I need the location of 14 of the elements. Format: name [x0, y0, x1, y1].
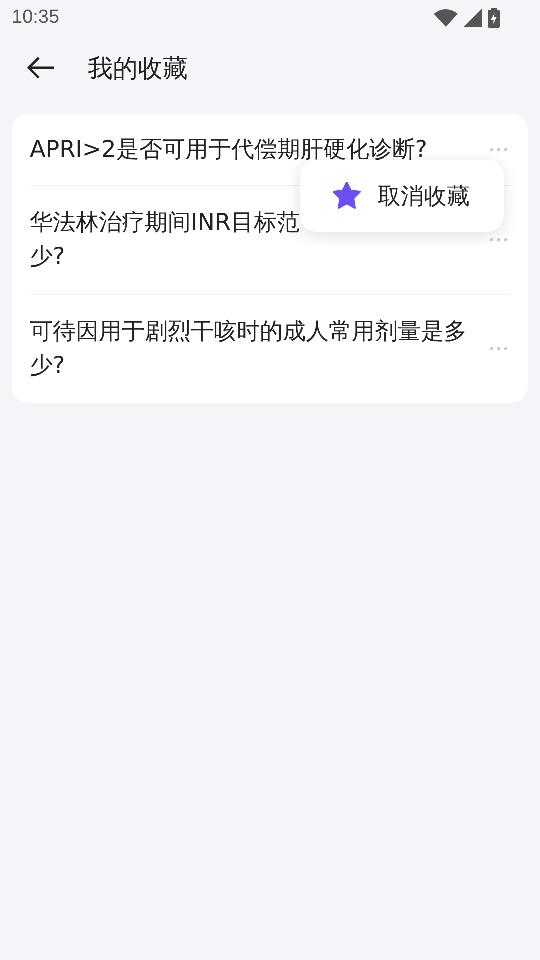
favorite-question[interactable]: 可待因用于剧烈干咳时的成人常用剂量是多少? — [30, 315, 480, 383]
more-icon[interactable] — [490, 148, 508, 152]
back-arrow-icon[interactable] — [26, 56, 56, 80]
status-time: 10:35 — [12, 7, 60, 29]
favorite-question[interactable]: 华法林治疗期间INR目标范 少? — [30, 206, 300, 274]
page-title: 我的收藏 — [88, 52, 188, 84]
favorite-question[interactable]: APRI>2是否可用于代偿期肝硬化诊断? — [30, 133, 428, 167]
more-icon[interactable] — [490, 347, 508, 351]
unfavorite-menu-item[interactable]: 取消收藏 — [300, 180, 470, 212]
wifi-icon — [434, 9, 458, 27]
battery-icon — [488, 8, 500, 28]
star-icon — [332, 182, 362, 210]
signal-icon — [464, 9, 482, 27]
more-icon[interactable] — [490, 238, 508, 242]
